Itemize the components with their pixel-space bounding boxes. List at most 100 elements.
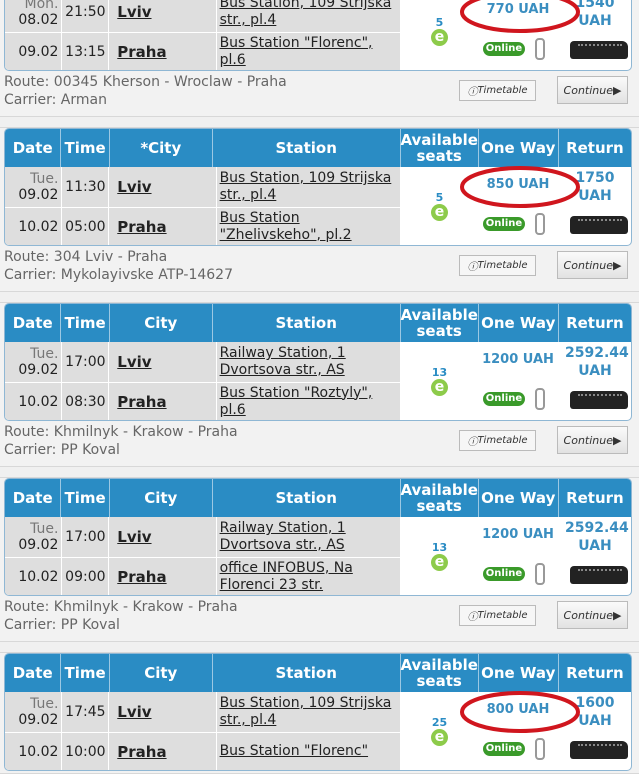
timetable-label: Timetable <box>477 435 528 446</box>
clock-icon: ⓘ <box>467 87 478 98</box>
e-ticket-icon: e <box>431 554 448 571</box>
date: 09.02 <box>18 362 59 378</box>
station-link[interactable]: Bus Station, 109 Strijska str., pl.4 <box>217 692 401 732</box>
trip-table: DateTimeStationAvailable seatsOne WayRet… <box>4 0 632 71</box>
one-way-price[interactable]: 800 UAH <box>478 702 558 717</box>
column-header-return: Return <box>566 489 624 507</box>
column-header-station: Station <box>213 304 401 342</box>
continue-label: Continue <box>563 258 613 272</box>
date: 09.02 <box>18 537 59 553</box>
column-header-city[interactable]: City <box>110 304 213 342</box>
timetable-label: Timetable <box>477 610 528 621</box>
station-link[interactable]: Railway Station, 1 Dvortsova str., AS <box>217 517 401 557</box>
column-header-one-way: One Way <box>479 304 559 342</box>
station-link[interactable]: Railway Station, 1 Dvortsova str., AS <box>217 342 401 382</box>
return-price[interactable]: 2592.44 UAH <box>565 519 629 555</box>
city-link[interactable]: Lviv <box>109 517 217 557</box>
one-way-price[interactable]: 1200 UAH <box>478 527 558 542</box>
date-cell: Tue. 09.02 <box>5 517 63 557</box>
return-price[interactable]: 2592.44 UAH <box>565 344 629 380</box>
date: 09.02 <box>18 712 59 728</box>
continue-button[interactable]: Continue ▶ <box>557 76 628 104</box>
city-link[interactable]: Lviv <box>109 167 217 207</box>
route-text: Route: Khmilnyk - Krakow - Praha <box>4 424 238 440</box>
continue-button[interactable]: Continue ▶ <box>557 426 628 454</box>
trip-table: Date Time City Station Available seats One Wa… <box>4 303 632 421</box>
city-link[interactable]: Lviv <box>109 692 217 732</box>
table-body: Tue. 09.02 11:30 Lviv Bus Station, 109 Strij… <box>5 167 631 245</box>
route-text: Route: 304 Lviv - Praha <box>4 249 168 265</box>
one-way-price[interactable]: 1200 UAH <box>478 352 558 367</box>
departure-row: Tue. 09.02 17:00 Lviv Railway Station, 1 Dvo… <box>5 517 401 558</box>
time-cell: 09:00 <box>62 558 110 595</box>
timetable-button[interactable]: ⓘ Timetable <box>459 255 536 276</box>
date: 08.02 <box>18 12 59 28</box>
timetable-button[interactable]: ⓘ Timetable <box>459 80 536 101</box>
column-header-city[interactable]: *City <box>110 129 213 167</box>
column-header-station: Station <box>213 479 401 517</box>
return-price[interactable]: 1600 UAH <box>565 694 625 730</box>
station-link[interactable]: Bus Station, 109 Strijska str., pl.4 <box>217 0 401 32</box>
city-link[interactable]: Praha <box>109 733 217 770</box>
city-link[interactable]: Lviv <box>109 342 217 382</box>
one-way-price[interactable]: 850 UAH <box>478 177 558 192</box>
table-header: Date Time City Station Available seats One Wa… <box>5 654 631 692</box>
time-cell: 17:00 <box>62 342 110 382</box>
e-ticket-icon: e <box>431 29 448 46</box>
return-price[interactable]: 1750 UAH <box>565 169 625 205</box>
arrival-row: 10.02 09:00 Praha office INFOBUS, Na Floren… <box>5 558 401 595</box>
city-link[interactable]: Praha <box>109 558 217 595</box>
trip-card: DateTimeStationAvailable seatsOne WayRet… <box>0 0 639 117</box>
online-badge: Online <box>483 392 525 406</box>
online-badge: Online <box>483 567 525 581</box>
city-link[interactable]: Lviv <box>109 0 217 32</box>
time-cell: 05:00 <box>62 208 110 245</box>
play-arrow-icon: ▶ <box>613 608 622 622</box>
table-header: Date Time City Station Available seats One Wa… <box>5 479 631 517</box>
station-link[interactable]: Bus Station "Zhelivskeho", pl.2 <box>217 208 401 245</box>
paperclip-icon <box>535 563 545 585</box>
column-header-city[interactable]: City <box>110 479 213 517</box>
time-cell: 10:00 <box>62 733 110 770</box>
station-link[interactable]: Bus Station, 109 Strijska str., pl.4 <box>217 167 401 207</box>
station-link[interactable]: Bus Station "Florenc" <box>217 733 401 770</box>
paperclip-icon <box>535 738 545 760</box>
timetable-button[interactable]: ⓘ Timetable <box>459 605 536 626</box>
day-of-week: Tue. <box>30 171 59 187</box>
trip-table: Date Time City Station Available seats One Wa… <box>4 478 632 596</box>
date: 10.02 <box>18 568 59 585</box>
column-header-one-way: One Way <box>479 129 559 167</box>
city-link[interactable]: Praha <box>109 383 217 420</box>
return-price[interactable]: 1540 UAH <box>565 0 625 30</box>
date-cell: 10.02 <box>5 733 63 770</box>
clock-icon: ⓘ <box>467 612 478 623</box>
play-arrow-icon: ▶ <box>613 258 622 272</box>
date-cell: Tue. 09.02 <box>5 167 63 207</box>
column-header-return: Return <box>566 139 624 157</box>
online-badge: Online <box>483 742 525 756</box>
timetable-label: Timetable <box>477 260 528 271</box>
column-header-one-way: One Way <box>479 479 559 517</box>
continue-button[interactable]: Continue ▶ <box>557 601 628 629</box>
continue-button[interactable]: Continue ▶ <box>557 251 628 279</box>
e-ticket-icon: e <box>431 379 448 396</box>
one-way-price[interactable]: 770 UAH <box>478 2 558 17</box>
date-cell: Tue. 09.02 <box>5 692 63 732</box>
city-link[interactable]: Praha <box>109 33 217 70</box>
timetable-button[interactable]: ⓘ Timetable <box>459 430 536 451</box>
column-header-station: Station <box>213 654 401 692</box>
departure-row: Tue. 09.02 17:00 Lviv Railway Station, 1 Dvo… <box>5 342 401 383</box>
online-badge: Online <box>483 42 525 56</box>
trip-table: Date Time *City Station Available seats One W… <box>4 128 632 246</box>
station-link[interactable]: office INFOBUS, Na Florenci 23 str. <box>217 558 401 595</box>
trip-card: Date Time City Station Available seats One Wa… <box>0 652 639 774</box>
play-arrow-icon: ▶ <box>613 83 622 97</box>
city-link[interactable]: Praha <box>109 208 217 245</box>
clock-icon: ⓘ <box>467 437 478 448</box>
available-seats: 25 e <box>401 692 478 770</box>
station-link[interactable]: Bus Station "Florenc", pl.6 <box>217 33 401 70</box>
timetable-label: Timetable <box>477 85 528 96</box>
station-link[interactable]: Bus Station "Roztyly", pl.6 <box>217 383 401 420</box>
date-cell: 10.02 <box>5 558 63 595</box>
column-header-city[interactable]: City <box>110 654 213 692</box>
